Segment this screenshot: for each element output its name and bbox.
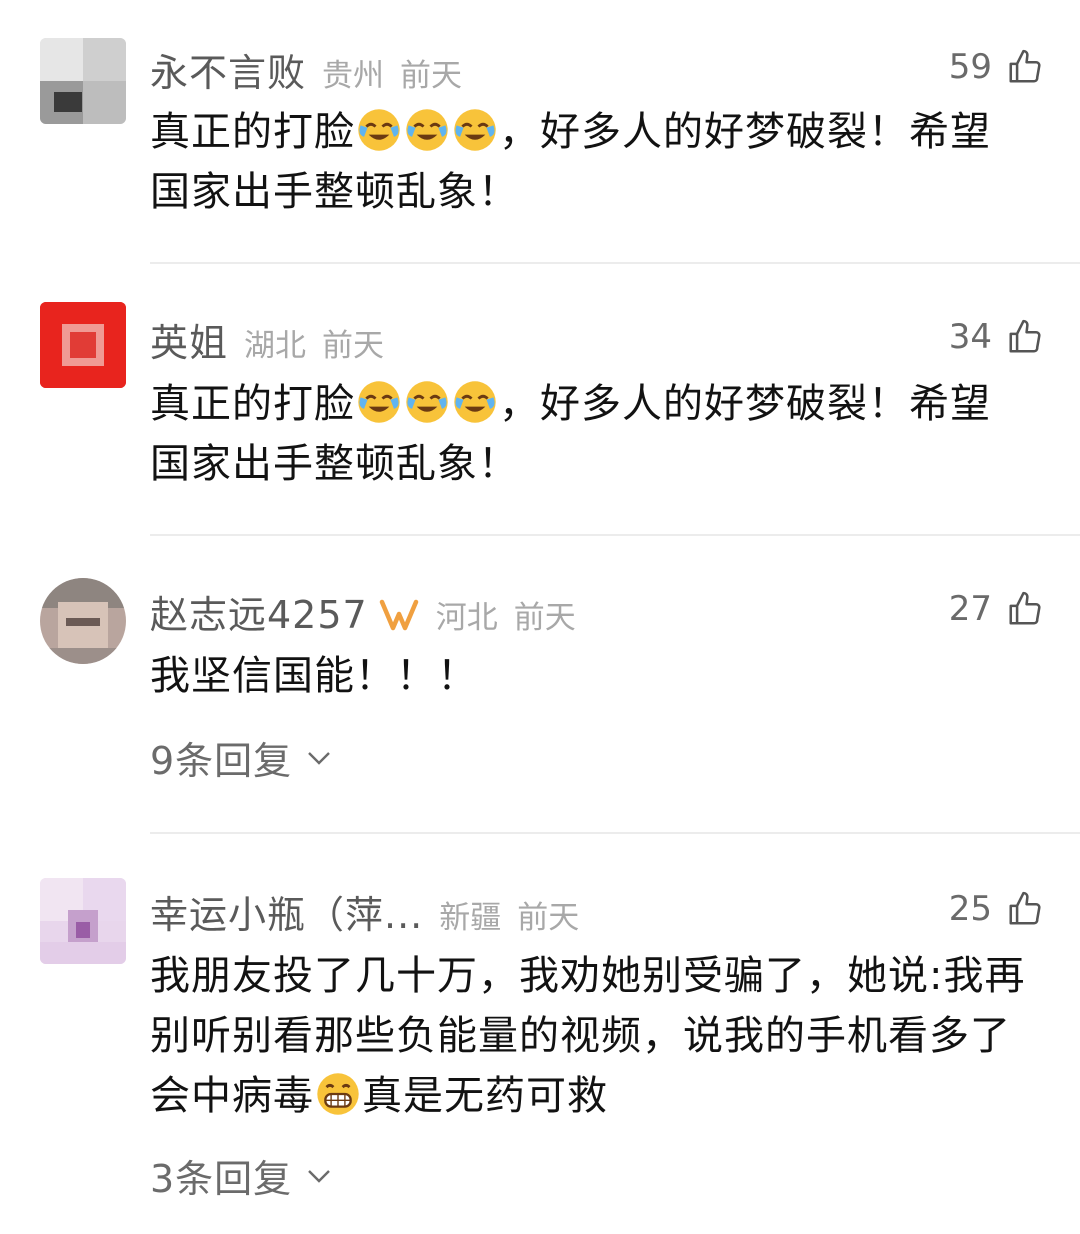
crying-laughing-emoji xyxy=(358,381,400,423)
chevron-down-icon xyxy=(308,1169,331,1183)
crying-laughing-emoji xyxy=(406,381,448,423)
view-replies-button[interactable]: 9条回复 xyxy=(150,730,332,785)
thumbs-up-icon xyxy=(1009,591,1041,625)
like-button[interactable]: 27 xyxy=(949,584,1044,634)
thumbs-up-icon xyxy=(1009,49,1041,83)
comment-text: 真正的打脸 ，好多人的好梦破裂！希望 国家出手整顿乱象！ xyxy=(150,381,991,487)
divider xyxy=(150,534,1080,536)
chevron-down-icon xyxy=(308,751,331,765)
avatar[interactable] xyxy=(40,38,126,124)
thumbs-up-icon xyxy=(1009,891,1041,925)
crying-laughing-emoji xyxy=(454,381,496,423)
username[interactable]: 英姐 xyxy=(150,312,228,367)
comment-text: 我朋友投了几十万，我劝她别受骗了，她说:我再 别听别看那些负能量的视频，说我的手… xyxy=(150,953,1026,1119)
crying-laughing-emoji xyxy=(358,109,400,151)
timestamp: 前天 xyxy=(517,900,580,936)
crying-laughing-emoji xyxy=(406,109,448,151)
comment-meta: 幸运小瓶（萍... 新疆 前天 xyxy=(150,884,580,937)
timestamp: 前天 xyxy=(322,328,385,364)
comment-text: 我坚信国能！！！ xyxy=(150,653,478,699)
avatar[interactable] xyxy=(40,878,126,964)
username[interactable]: 赵志远4257 xyxy=(150,584,368,639)
location: 河北 xyxy=(435,600,498,636)
like-button[interactable]: 59 xyxy=(949,42,1044,92)
divider xyxy=(150,832,1080,834)
like-count: 27 xyxy=(948,589,992,629)
comment-meta: 英姐 湖北 前天 xyxy=(150,312,385,365)
location: 湖北 xyxy=(244,328,307,364)
like-count: 34 xyxy=(948,317,992,357)
comment-meta: 永不言败 贵州 前天 xyxy=(150,42,463,95)
comment-meta: 赵志远4257 河北 前天 xyxy=(150,584,576,637)
like-count: 25 xyxy=(948,889,992,929)
timestamp: 前天 xyxy=(400,58,463,94)
location: 贵州 xyxy=(322,58,385,94)
like-button[interactable]: 34 xyxy=(949,312,1044,362)
avatar[interactable] xyxy=(40,578,126,664)
membership-badge-icon xyxy=(379,599,418,631)
grinning-emoji xyxy=(317,1073,359,1115)
avatar[interactable] xyxy=(40,302,126,388)
timestamp: 前天 xyxy=(513,600,576,636)
location: 新疆 xyxy=(439,900,502,936)
crying-laughing-emoji xyxy=(454,109,496,151)
like-button[interactable]: 25 xyxy=(949,884,1044,934)
username[interactable]: 永不言败 xyxy=(150,42,306,97)
username[interactable]: 幸运小瓶（萍... xyxy=(150,884,423,939)
like-count: 59 xyxy=(948,47,992,87)
thumbs-up-icon xyxy=(1009,319,1041,353)
comment-text: 真正的打脸 ，好多人的好梦破裂！希望 国家出手整顿乱象！ xyxy=(150,109,991,215)
divider xyxy=(150,262,1080,264)
view-replies-button[interactable]: 3条回复 xyxy=(150,1148,332,1203)
